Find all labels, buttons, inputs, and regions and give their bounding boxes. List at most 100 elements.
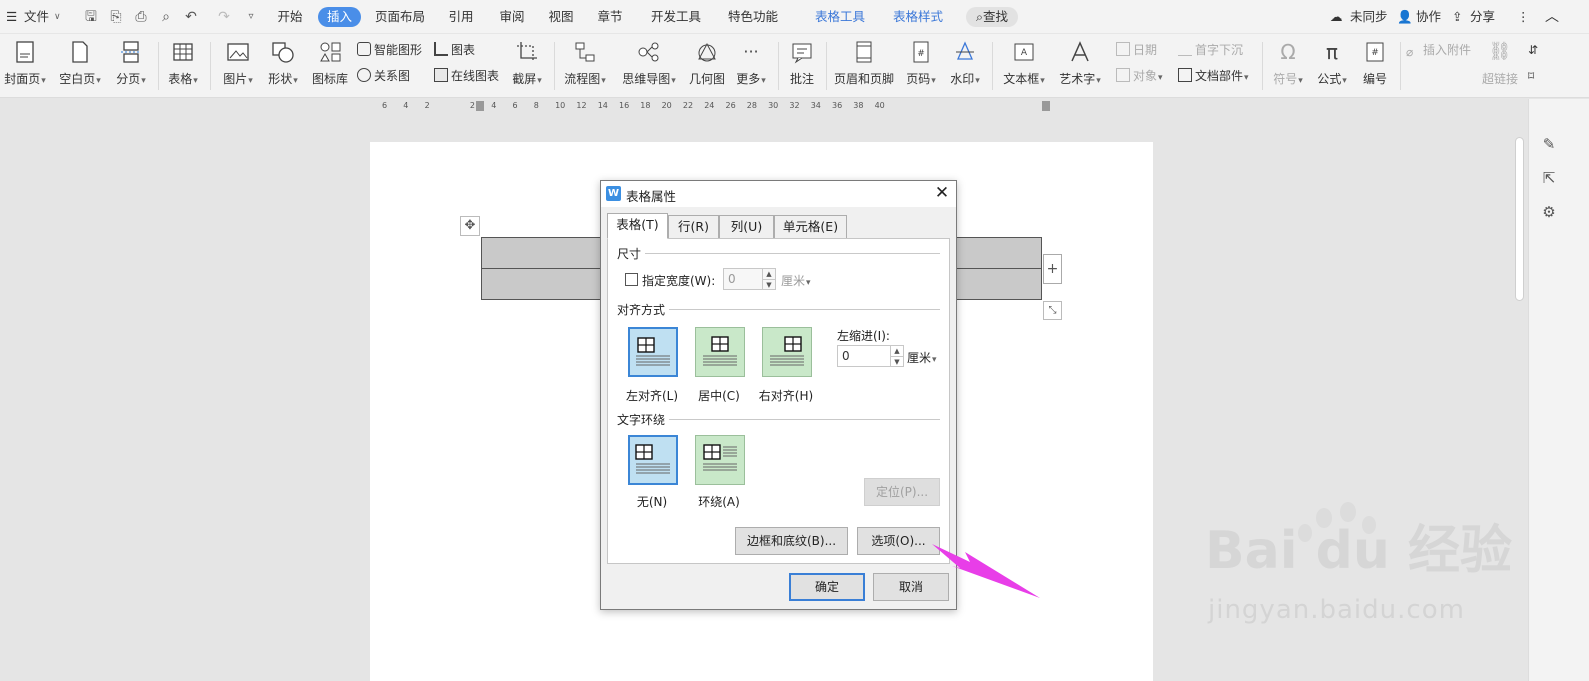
table-move-handle-icon[interactable]: ✥ [460, 216, 480, 236]
undo-icon[interactable]: ↶ [183, 9, 199, 25]
more-button[interactable]: ··· 更多 [732, 38, 770, 94]
ruler-right-margin-marker[interactable] [1042, 101, 1050, 111]
header-footer-button[interactable]: 页眉和页脚 [832, 38, 896, 94]
borders-shading-button[interactable]: 边框和底纹(B)... [735, 527, 848, 555]
watermark-label: 水印 [946, 70, 984, 87]
shape-button[interactable]: 形状 [264, 38, 302, 94]
width-spinner[interactable]: 0 ▲ ▼ [723, 268, 776, 290]
spin-up-icon[interactable]: ▲ [890, 346, 903, 356]
collab-button[interactable]: 协作 [1416, 0, 1441, 34]
print-preview-icon[interactable]: ⌕ [158, 9, 174, 25]
tab-page-layout[interactable]: 页面布局 [370, 7, 430, 27]
bookmark-icon[interactable]: ⌑ [1528, 66, 1534, 86]
tab-features[interactable]: 特色功能 [722, 7, 784, 27]
select-cursor-icon[interactable]: ⇱ [1539, 169, 1559, 189]
mindmap-button[interactable]: 思维导图 [618, 38, 680, 94]
ruler-left-margin-marker[interactable] [476, 101, 484, 111]
file-menu[interactable]: 文件 [24, 0, 49, 34]
format-painter-icon[interactable]: ⎘ [108, 9, 124, 25]
page-number-button[interactable]: # 页码 [902, 38, 940, 94]
comment-button[interactable]: 批注 [786, 38, 818, 94]
flowchart-button[interactable]: 流程图 [562, 38, 608, 94]
tab-references[interactable]: 引用 [443, 7, 479, 27]
date-button[interactable]: 日期 [1116, 40, 1157, 60]
position-button[interactable]: 定位(P)... [864, 478, 940, 506]
tab-chapter[interactable]: 章节 [592, 7, 628, 27]
share-button[interactable]: 分享 [1470, 0, 1495, 34]
save-icon[interactable]: 🖫 [83, 9, 99, 25]
redo-icon[interactable]: ↷ [216, 9, 232, 25]
crossref-icon[interactable]: ⇵ [1528, 40, 1538, 60]
table-resize-handle-icon[interactable]: ⤡ [1043, 301, 1062, 320]
align-right-option[interactable] [762, 327, 812, 377]
indent-unit-select[interactable]: 厘米 [907, 349, 937, 366]
formula-button[interactable]: π 公式 [1314, 38, 1350, 94]
online-chart-button[interactable]: 在线图表 [434, 66, 499, 86]
spin-down-icon[interactable]: ▼ [890, 356, 903, 366]
page-break-button[interactable]: 分页 [112, 38, 150, 94]
wordart-button[interactable]: 艺术字 [1056, 38, 1104, 94]
watermark-button[interactable]: 水印 [946, 38, 984, 94]
hamburger-icon[interactable]: ☰ [6, 0, 17, 34]
chart-button[interactable]: 图表 [434, 40, 475, 60]
textbox-button[interactable]: A 文本框 [1000, 38, 1048, 94]
tab-table[interactable]: 表格(T) [607, 213, 668, 239]
table-button[interactable]: 表格 [164, 38, 202, 94]
spin-down-icon[interactable]: ▼ [762, 279, 775, 289]
settings-sliders-icon[interactable]: ⚙ [1539, 203, 1559, 223]
symbol-button[interactable]: Ω 符号 [1270, 38, 1306, 94]
align-left-option[interactable] [628, 327, 678, 377]
picture-button[interactable]: 图片 [218, 38, 258, 94]
icon-library-icon [320, 42, 341, 62]
wps-logo-icon: W [606, 186, 621, 201]
screenshot-button[interactable]: 截屏 [508, 38, 546, 94]
print-icon[interactable]: ⎙ [133, 9, 149, 25]
baidu-url-text: jingyan.baidu.com [1208, 595, 1465, 625]
dropcap-button[interactable]: 首字下沉 [1178, 40, 1243, 60]
smartart-button[interactable]: 智能图形 [357, 40, 422, 60]
edit-pen-icon[interactable]: ✎ [1539, 135, 1559, 155]
geometry-button[interactable]: 几何图 [688, 38, 726, 94]
icon-library-button[interactable]: 图标库 [310, 38, 350, 94]
search-button[interactable]: ⌕查找 [966, 7, 1018, 27]
cover-page-button[interactable]: 封面页 [2, 38, 48, 94]
ok-button[interactable]: 确定 [789, 573, 865, 601]
scrollbar-thumb[interactable] [1515, 137, 1524, 301]
blank-page-button[interactable]: 空白页 [56, 38, 104, 94]
indent-spinner[interactable]: 0 ▲ ▼ [837, 345, 904, 367]
vertical-scrollbar[interactable] [1511, 99, 1527, 681]
spin-up-icon[interactable]: ▲ [762, 269, 775, 279]
tab-table-style[interactable]: 表格样式 [888, 7, 948, 27]
wrap-none-option[interactable] [628, 435, 678, 485]
tab-column[interactable]: 列(U) [719, 215, 774, 238]
tab-cell[interactable]: 单元格(E) [774, 215, 847, 238]
tab-table-tools[interactable]: 表格工具 [810, 7, 870, 27]
tab-row[interactable]: 行(R) [668, 215, 719, 238]
collapse-ribbon-icon[interactable]: ︿ [1545, 0, 1559, 34]
tab-home[interactable]: 开始 [272, 7, 308, 27]
tab-insert[interactable]: 插入 [318, 7, 361, 27]
tab-view[interactable]: 视图 [543, 7, 579, 27]
baidu-logo-text: Bai du 经验 [1205, 521, 1512, 581]
attachment-button[interactable]: ⌀ 插入附件 [1406, 40, 1471, 60]
numbering-button[interactable]: # 编号 [1358, 38, 1392, 94]
doc-parts-button[interactable]: 文档部件 [1178, 66, 1249, 86]
horizontal-ruler[interactable]: 6 4 2 2 4 6 8 10 12 14 16 18 20 22 24 26 28 30 32 34 36 38 40 [370, 99, 1153, 115]
specify-width-checkbox[interactable] [625, 273, 638, 286]
object-button[interactable]: 对象 [1116, 66, 1163, 86]
wrap-around-option[interactable] [695, 435, 745, 485]
chevron-down-icon[interactable]: ∨ [54, 0, 61, 34]
add-column-button[interactable]: + [1043, 254, 1062, 284]
close-icon[interactable]: ✕ [933, 184, 951, 202]
more-options-icon[interactable]: ⋮ [1517, 0, 1530, 34]
align-center-option[interactable] [695, 327, 745, 377]
tab-developer[interactable]: 开发工具 [645, 7, 707, 27]
hyperlink-button[interactable]: ⛓ 超链接 [1480, 38, 1520, 94]
relation-chart-button[interactable]: 关系图 [357, 66, 410, 86]
tab-review[interactable]: 审阅 [494, 7, 530, 27]
width-unit-select[interactable]: 厘米 [781, 272, 811, 289]
sync-status[interactable]: 未同步 [1350, 0, 1388, 34]
customize-toolbar-icon[interactable]: ▿ [243, 9, 259, 25]
dialog-titlebar[interactable]: W 表格属性 ✕ [601, 181, 956, 207]
wordart-icon [1071, 41, 1089, 62]
